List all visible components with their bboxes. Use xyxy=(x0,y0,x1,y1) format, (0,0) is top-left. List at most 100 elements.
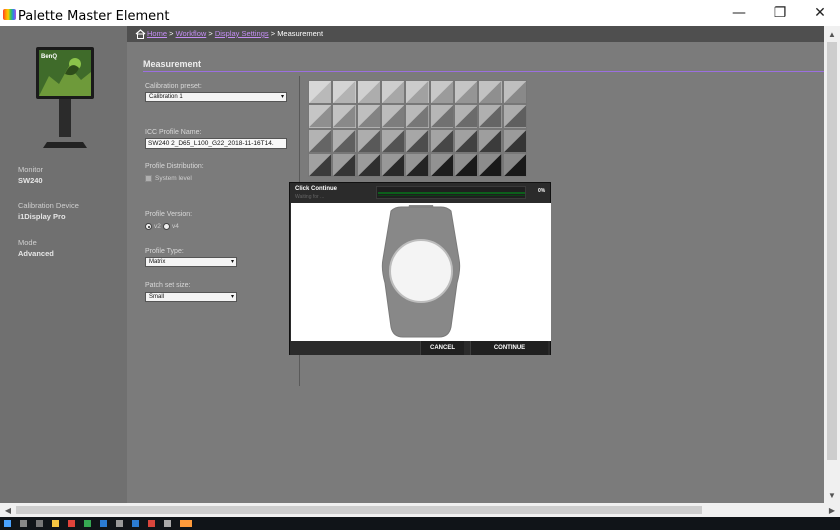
scroll-left-icon[interactable]: ◀ xyxy=(0,503,16,517)
color-patch xyxy=(356,152,381,177)
dialog-title: Click Continue xyxy=(295,186,338,192)
color-patch xyxy=(332,104,357,129)
color-patch xyxy=(380,104,406,129)
color-patch xyxy=(502,104,527,129)
system-level-checkbox[interactable] xyxy=(145,175,152,182)
color-patch xyxy=(356,104,381,129)
start-icon[interactable] xyxy=(4,520,11,527)
app-icon[interactable] xyxy=(116,520,123,527)
color-patch xyxy=(332,152,357,177)
breadcrumb-home-link[interactable]: Home xyxy=(147,29,167,38)
monitor-image: BenQ xyxy=(36,47,94,148)
breadcrumb-workflow-link[interactable]: Workflow xyxy=(176,29,207,38)
scroll-up-icon[interactable]: ▲ xyxy=(824,26,840,42)
color-patch xyxy=(405,152,430,177)
vertical-scroll-thumb[interactable] xyxy=(827,42,837,460)
scroll-down-icon[interactable]: ▼ xyxy=(824,487,840,503)
profile-type-select[interactable]: Matrix ▾ xyxy=(145,257,237,267)
mode-label: Mode xyxy=(18,238,37,247)
calibration-preset-value: Calibration 1 xyxy=(149,94,183,100)
color-patch xyxy=(308,104,333,129)
color-patch xyxy=(453,104,479,129)
calibration-device-label: Calibration Device xyxy=(18,201,79,210)
sensor-placement-area xyxy=(291,203,551,341)
app-icon[interactable] xyxy=(132,520,139,527)
home-icon[interactable] xyxy=(135,29,146,39)
palette-master-taskbar-icon[interactable] xyxy=(180,520,192,527)
close-button[interactable]: ✕ xyxy=(800,0,840,26)
patch-set-value: Small xyxy=(149,294,165,300)
color-patch xyxy=(405,104,430,129)
app-icon[interactable] xyxy=(68,520,75,527)
color-patch xyxy=(429,152,454,177)
icc-profile-label: ICC Profile Name: xyxy=(145,129,202,136)
breadcrumb-current: Measurement xyxy=(277,29,324,38)
continue-button[interactable]: CONTINUE xyxy=(470,341,548,355)
restore-button[interactable]: ❐ xyxy=(760,0,800,26)
progress-bar xyxy=(376,186,526,199)
version-v2-radio[interactable] xyxy=(145,223,152,230)
color-patch xyxy=(380,80,406,105)
color-patch xyxy=(356,128,381,153)
vertical-scrollbar[interactable]: ▲ ▼ xyxy=(824,26,840,503)
horizontal-scrollbar[interactable]: ◀ ▶ xyxy=(0,503,840,517)
app-icon[interactable] xyxy=(148,520,155,527)
app-icon[interactable] xyxy=(164,520,171,527)
taskbar xyxy=(0,517,840,530)
minimize-button[interactable]: — xyxy=(719,0,759,26)
cancel-button[interactable]: CANCEL xyxy=(420,341,464,355)
system-level-label: System level xyxy=(155,175,192,182)
version-v4-radio[interactable] xyxy=(163,223,170,230)
search-icon[interactable] xyxy=(20,520,27,527)
color-patch xyxy=(429,128,454,153)
color-patch xyxy=(308,80,333,105)
file-explorer-icon[interactable] xyxy=(52,520,59,527)
color-patch xyxy=(453,128,479,153)
breadcrumb-separator: > xyxy=(268,29,278,38)
progress-percent: 0% xyxy=(538,188,546,194)
scroll-right-icon[interactable]: ▶ xyxy=(824,503,840,517)
app-icon[interactable] xyxy=(84,520,91,527)
color-patch xyxy=(478,80,503,105)
breadcrumb-bar: Home > Workflow > Display Settings > Mea… xyxy=(127,26,824,42)
horizontal-scroll-thumb[interactable] xyxy=(16,506,702,514)
color-patch xyxy=(502,128,527,153)
color-patch xyxy=(502,80,527,105)
chevron-down-icon: ▾ xyxy=(230,294,234,300)
calibration-device-value: i1Display Pro xyxy=(18,212,66,221)
version-v4-label: v4 xyxy=(172,223,179,230)
calibration-sensor-icon xyxy=(381,205,461,338)
section-divider xyxy=(143,71,824,72)
color-patch xyxy=(332,80,357,105)
brand-logo: BenQ xyxy=(41,54,57,60)
patch-set-select[interactable]: Small ▾ xyxy=(145,292,237,302)
profile-version-label: Profile Version: xyxy=(145,211,193,218)
breadcrumb-separator: > xyxy=(167,29,176,38)
color-patch xyxy=(502,152,527,177)
color-patch xyxy=(308,128,333,153)
patch-set-label: Patch set size: xyxy=(145,282,191,289)
breadcrumb-separator: > xyxy=(206,29,215,38)
app-icon[interactable] xyxy=(100,520,107,527)
color-patch xyxy=(308,152,333,177)
icc-profile-input[interactable]: SW240 2_D65_L100_G22_2018-11-16T14. xyxy=(145,138,287,149)
chevron-down-icon: ▾ xyxy=(280,94,284,100)
measurement-dialog: Click Continue Waiting for ... 0% CANCEL… xyxy=(289,182,551,355)
dialog-status: Waiting for ... xyxy=(295,194,325,200)
breadcrumb: Home > Workflow > Display Settings > Mea… xyxy=(147,29,323,38)
window-title: Palette Master Element xyxy=(18,9,170,24)
breadcrumb-display-settings-link[interactable]: Display Settings xyxy=(215,29,269,38)
progress-fill-secondary xyxy=(378,195,525,196)
color-patch xyxy=(429,80,454,105)
task-view-icon[interactable] xyxy=(36,520,43,527)
profile-distribution-label: Profile Distribution: xyxy=(145,163,204,170)
color-patch xyxy=(332,128,357,153)
color-patch xyxy=(405,128,430,153)
calibration-preset-label: Calibration preset: xyxy=(145,83,202,90)
profile-type-value: Matrix xyxy=(149,259,166,265)
chevron-down-icon: ▾ xyxy=(230,259,234,265)
calibration-preset-select[interactable]: Calibration 1 ▾ xyxy=(145,92,287,102)
color-patch xyxy=(453,152,479,177)
title-bar: Palette Master Element — ❐ ✕ xyxy=(0,0,840,26)
version-v2-label: v2 xyxy=(154,223,161,230)
